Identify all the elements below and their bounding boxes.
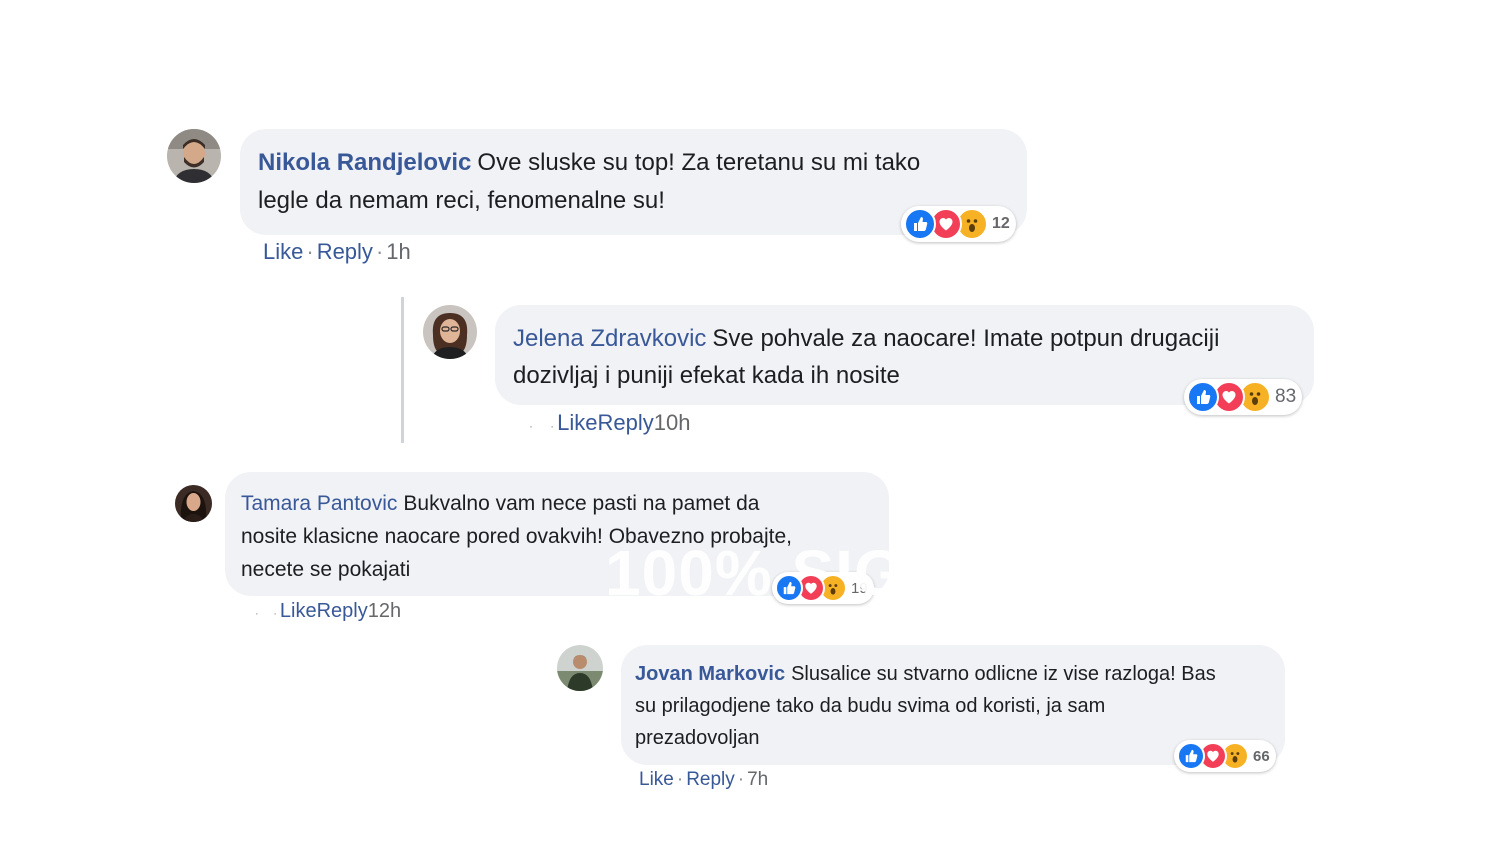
like-link[interactable]: Like (557, 410, 597, 435)
comment-actions: Like · Reply · 1h (263, 239, 411, 265)
comment-text: su prilagodjene tako da budu svima od ko… (635, 695, 1106, 717)
comment-author[interactable]: Nikola Randjelovic (258, 149, 471, 176)
separator-dot: · (737, 769, 745, 790)
comment-timestamp[interactable]: 7h (747, 769, 768, 790)
avatar-icon (423, 305, 477, 359)
like-reaction-icon (1187, 381, 1219, 413)
separator-dot: · (529, 419, 533, 433)
comment-text: nosite klasicne naocare pored ovakvih! O… (241, 525, 793, 548)
reply-link[interactable]: Reply (317, 600, 368, 622)
reactions-summary[interactable]: 19 (772, 572, 874, 604)
reply-thread-line (401, 297, 404, 443)
comment-text: Bukvalno vam nece pasti na pamet da (403, 492, 760, 515)
comment-actions: · · LikeReply12h (252, 600, 401, 623)
avatar[interactable] (175, 485, 212, 522)
reply-link[interactable]: Reply (317, 239, 373, 264)
reaction-count: 12 (992, 215, 1010, 232)
comment-author[interactable]: Tamara Pantovic (241, 492, 397, 515)
reaction-count: 19 (851, 579, 868, 597)
like-link[interactable]: Like (280, 600, 317, 622)
avatar-icon (167, 129, 221, 183)
avatar-icon (557, 645, 603, 691)
separator-dot: · (255, 608, 259, 620)
separator-dot: · (375, 239, 384, 264)
comment-text: Sve pohvale za naocare! Imate potpun dru… (712, 325, 1220, 352)
comment-timestamp[interactable]: 1h (386, 239, 410, 264)
comment-timestamp[interactable]: 12h (368, 600, 401, 622)
reply-link[interactable]: Reply (686, 769, 735, 790)
comment-timestamp[interactable]: 10h (654, 410, 691, 435)
reactions-summary[interactable]: 12 (901, 206, 1016, 242)
like-link[interactable]: Like (639, 769, 674, 790)
reaction-count: 66 (1253, 747, 1270, 765)
separator-dot: · (550, 419, 555, 433)
like-reaction-icon (904, 208, 936, 240)
comment-text: Ove sluske su top! Za teretanu su mi tak… (477, 149, 921, 176)
like-reaction-icon (1177, 742, 1205, 770)
reactions-summary[interactable]: 66 (1174, 740, 1276, 772)
avatar[interactable] (423, 305, 477, 359)
separator-dot: · (676, 769, 684, 790)
like-link[interactable]: Like (263, 239, 303, 264)
like-reaction-icon (775, 574, 803, 602)
avatar[interactable] (167, 129, 221, 183)
comment-text: prezadovoljan (635, 727, 760, 749)
avatar[interactable] (557, 645, 603, 691)
comment-actions: · · LikeReply10h (526, 410, 690, 436)
comment-text: legle da nemam reci, fenomenalne su! (258, 187, 665, 214)
reactions-summary[interactable]: 83 (1184, 379, 1303, 415)
reaction-count: 83 (1275, 386, 1297, 407)
separator-dot: · (306, 239, 314, 264)
comment-text: necete se pokajati (241, 558, 411, 581)
separator-dot: · (273, 608, 277, 620)
avatar-icon (175, 485, 212, 522)
reply-link[interactable]: Reply (597, 410, 653, 435)
comment-text: Slusalice su stvarno odlicne iz vise raz… (791, 663, 1216, 685)
comment-author[interactable]: Jovan Markovic (635, 663, 785, 685)
comment-text: dozivljaj i puniji efekat kada ih nosite (513, 362, 900, 389)
comment-actions: Like · Reply · 7h (639, 769, 768, 791)
comment-author[interactable]: Jelena Zdravkovic (513, 325, 706, 352)
